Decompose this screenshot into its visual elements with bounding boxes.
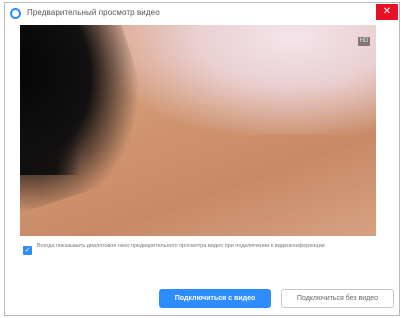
video-preview: HD <box>20 25 376 236</box>
checkmark-icon: ✓ <box>24 246 31 254</box>
always-show-preview-option[interactable]: ✓ Всегда показывать диалоговое окно пред… <box>20 242 390 264</box>
close-icon: ✕ <box>382 6 392 17</box>
join-with-video-button[interactable]: Подключиться с видео <box>159 289 271 308</box>
always-show-preview-checkbox[interactable]: ✓ <box>23 246 32 255</box>
close-button[interactable]: ✕ <box>376 4 398 20</box>
always-show-preview-label: Всегда показывать диалоговое окно предва… <box>37 243 325 249</box>
window-title: Предварительный просмотр видео <box>27 8 160 17</box>
title-bar: Предварительный просмотр видео <box>5 3 399 25</box>
join-without-video-button[interactable]: Подключиться без видео <box>281 289 394 308</box>
zoom-app-icon <box>10 8 21 19</box>
camera-quality-badge: HD <box>358 37 370 46</box>
